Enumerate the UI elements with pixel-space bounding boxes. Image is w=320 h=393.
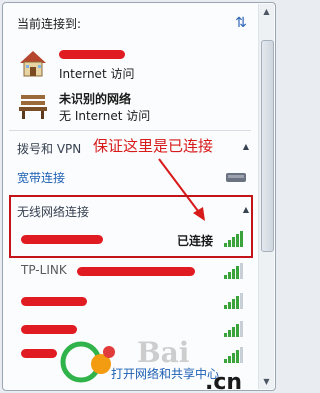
wifi-network-item[interactable]: [17, 291, 249, 313]
modem-icon: [226, 173, 246, 182]
connection-name-redacted: [59, 48, 125, 62]
network-name-redacted: [77, 267, 195, 276]
watermark: Bai .cn: [57, 328, 271, 391]
chevron-up-icon[interactable]: ▲: [243, 205, 249, 214]
network-status: 已连接: [176, 234, 213, 248]
watermark-text: Bai: [137, 336, 190, 369]
refresh-icon[interactable]: ⇅: [233, 15, 249, 31]
section-heading-wireless[interactable]: 无线网络连接: [17, 203, 89, 220]
connection-item-home[interactable]: Internet 访问: [17, 47, 247, 83]
chevron-up-icon[interactable]: ▲: [243, 142, 249, 151]
scroll-thumb[interactable]: [261, 40, 274, 252]
connection-name: 未识别的网络: [59, 92, 132, 106]
wifi-network-item[interactable]: TP-LINK: [17, 261, 249, 283]
divider: [9, 130, 251, 131]
current-connection-title: 当前连接到:: [17, 17, 82, 31]
signal-strength-icon: [224, 293, 243, 309]
bench-icon: [19, 95, 47, 119]
annotation-text: 保证这里是已连接: [93, 137, 214, 155]
network-flyout: 当前连接到: ⇅ Internet 访问 未识别的网络 无 Internet 访…: [2, 2, 276, 391]
network-name-redacted: [21, 349, 57, 358]
connection-status: Internet 访问: [59, 67, 135, 81]
connection-status: 无 Internet 访问: [59, 109, 151, 123]
watermark-domain: .cn: [205, 370, 243, 391]
watermark-logo-icon: [60, 341, 115, 383]
signal-strength-icon: [224, 231, 243, 247]
broadband-connection-item[interactable]: 宽带连接: [17, 169, 65, 186]
scroll-up-icon[interactable]: ▲: [259, 4, 274, 19]
house-icon: [20, 51, 46, 77]
signal-strength-icon: [224, 263, 243, 279]
wifi-network-item[interactable]: 已连接: [17, 229, 249, 251]
network-name-redacted: [21, 235, 103, 244]
network-name-redacted: [21, 297, 87, 306]
section-heading-dialup[interactable]: 拨号和 VPN: [17, 140, 81, 157]
connection-item-unidentified[interactable]: 未识别的网络 无 Internet 访问: [17, 89, 247, 125]
network-name: TP-LINK: [21, 263, 67, 277]
